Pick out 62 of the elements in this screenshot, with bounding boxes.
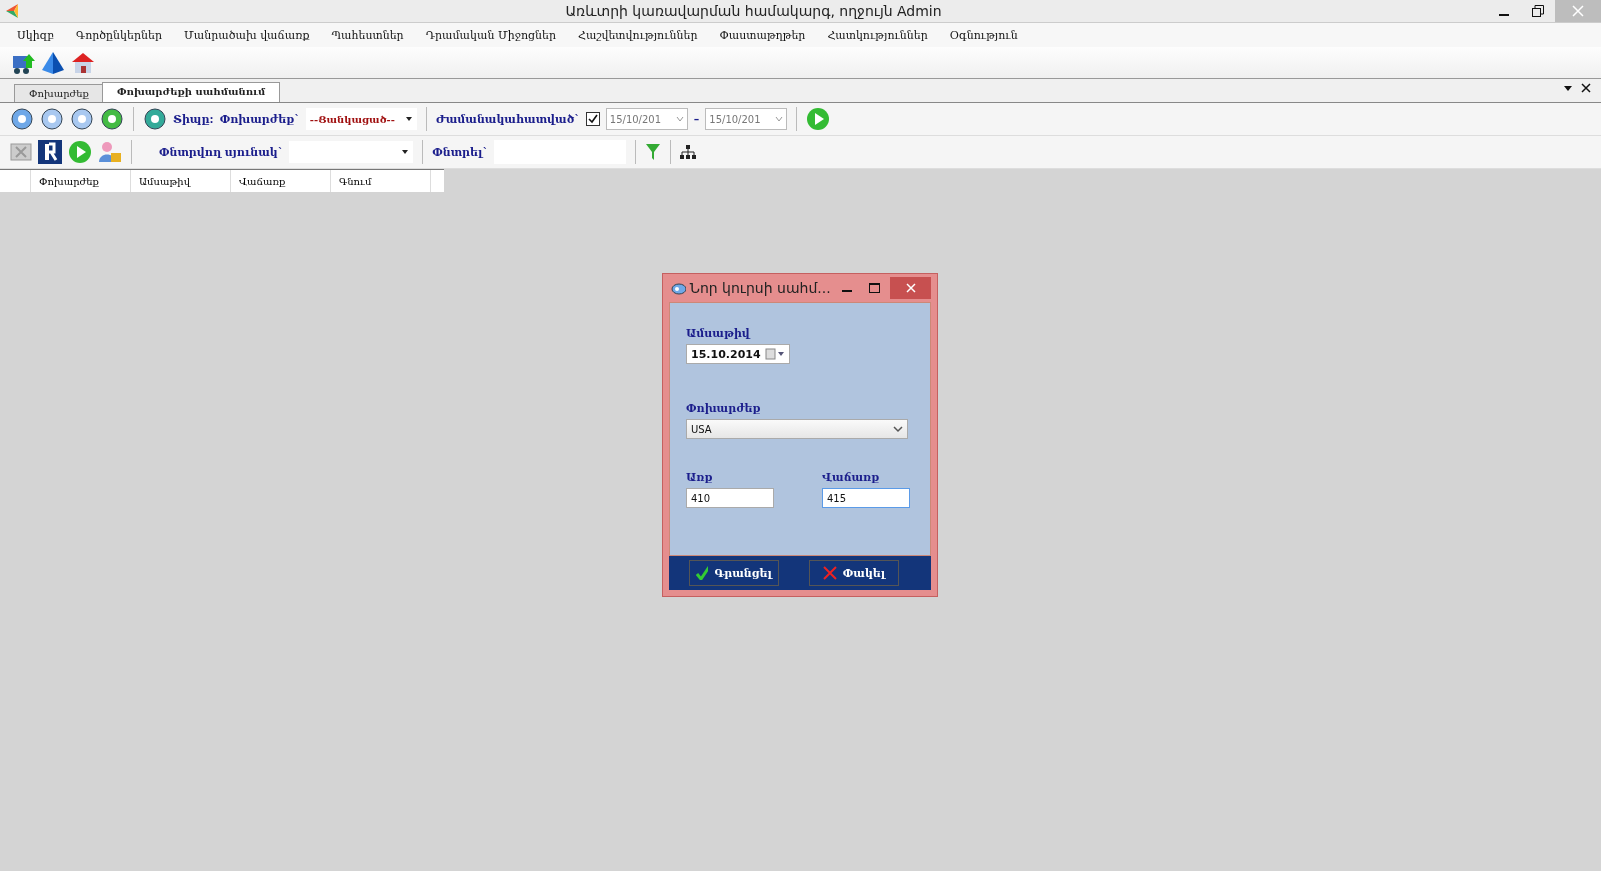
restore-icon (1532, 5, 1544, 17)
sell-label: Վաճառք (822, 471, 881, 484)
column-header[interactable]: Գնում (331, 170, 431, 192)
dialog-title: Նոր կուրսի սահմ... (689, 280, 831, 296)
play-icon[interactable] (806, 107, 831, 131)
period-label: Ժամանակահատված` (435, 112, 580, 126)
date-to-field[interactable]: 15/10/201 (705, 108, 788, 130)
search-column-label: Փնտրվող սյունակ` (159, 145, 284, 159)
menu-item[interactable]: Դրամական Միջոցներ (416, 26, 566, 44)
currency-dropdown[interactable]: --Ցանկացած-- (305, 108, 417, 130)
close-dialog-button[interactable]: Փակել (809, 560, 899, 586)
minimize-icon (1499, 14, 1509, 16)
caret-icon (404, 115, 413, 123)
date-label: Ամսաթիվ (686, 327, 752, 340)
menu-item[interactable]: Պահեստներ (322, 26, 413, 44)
tab[interactable]: Փոխարժեքի սահմանում (101, 82, 281, 102)
play-icon[interactable] (68, 140, 92, 164)
cross-icon (822, 566, 837, 580)
menu-item[interactable]: Սկիզբ (8, 26, 64, 44)
currency-label: Փոխարժեք (686, 402, 762, 415)
caret-icon (401, 148, 410, 156)
coin-icon (671, 281, 686, 295)
search-label: Փնտրել` (432, 145, 488, 159)
dropdown-arrow-icon[interactable] (1563, 83, 1573, 93)
window-title: Առևտրի կառավարման համակարգ, ողջույն Admin (564, 3, 943, 19)
column-header[interactable]: Վաճառք (231, 170, 331, 192)
date-from-field[interactable]: 15/10/201 (605, 108, 688, 130)
column-header[interactable]: Փոխարժեք (31, 170, 131, 192)
menu-item[interactable]: Հատկություններ (818, 26, 937, 44)
sell-field[interactable]: 415 (822, 488, 910, 508)
chevron-down-icon (775, 115, 784, 123)
user-lock-icon[interactable] (98, 140, 122, 164)
menu-item[interactable]: Օգնություն (940, 26, 1027, 44)
column-header[interactable]: Ամսաթիվ (131, 170, 231, 192)
minimize-icon (841, 290, 852, 292)
checkmark-icon (696, 566, 709, 580)
currency-label: Փոխարժեք` (219, 112, 300, 126)
excel-icon[interactable] (10, 141, 32, 163)
menu-item[interactable]: Գործընկերներ (67, 26, 171, 44)
menu-item[interactable]: Հաշվետվություններ (569, 26, 707, 44)
filter-icon[interactable] (644, 143, 661, 161)
buy-field[interactable]: 410 (686, 488, 774, 508)
date-picker[interactable]: 15.10.2014 (686, 344, 790, 364)
date-dash: – (693, 112, 700, 126)
tab[interactable]: Փոխարժեք (14, 84, 104, 102)
app-logo-icon (4, 3, 20, 19)
buy-label: Առք (686, 471, 714, 484)
hierarchy-icon[interactable] (679, 144, 696, 160)
chevron-down-icon (675, 115, 684, 123)
close-icon (1572, 5, 1584, 17)
save-button[interactable]: Գրանցել (689, 560, 779, 586)
currency-dropdown[interactable]: USA (686, 419, 908, 439)
chevron-down-icon (893, 425, 903, 433)
maximize-icon (869, 282, 880, 294)
type-label: Տիպը: (173, 112, 214, 126)
menu-item[interactable]: Մանրածախ վաճառք (175, 26, 319, 44)
close-icon (905, 283, 916, 293)
menu-item[interactable]: Փաստաթղթեր (710, 26, 815, 44)
report-icon[interactable] (38, 140, 62, 164)
close-icon[interactable] (1581, 83, 1591, 93)
calendar-icon (765, 348, 785, 360)
period-checkbox[interactable] (585, 112, 600, 126)
